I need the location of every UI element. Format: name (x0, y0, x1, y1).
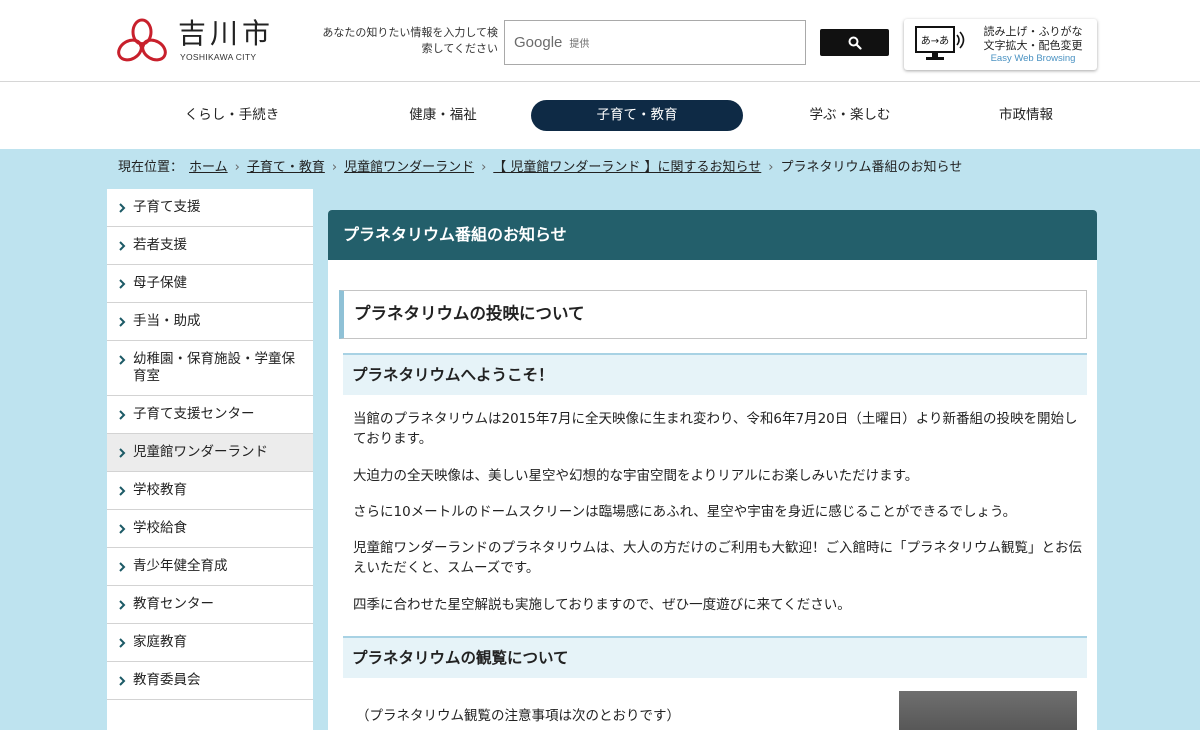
sidebar-item[interactable]: 教育委員会 (107, 662, 313, 700)
breadcrumb-separator-icon: › (768, 160, 774, 175)
chevron-right-icon (119, 410, 126, 420)
paragraph: 四季に合わせた星空解説も実施しておりますので、ぜひ一度遊びに来てください。 (353, 597, 851, 613)
sidebar-item-label: 手当・助成 (133, 313, 201, 329)
sidebar-item-label: 幼稚園・保育施設・学童保育室 (133, 351, 295, 384)
paragraph: 児童館ワンダーランドのプラネタリウムは、大人の方だけのご利用も大歓迎！ご入館時に… (353, 540, 1082, 576)
sidebar-item-label: 教育センター (133, 596, 214, 612)
breadcrumb-separator-icon: › (234, 160, 240, 175)
sidebar-item-label: 青少年健全育成 (133, 558, 228, 574)
sidebar-item-label: 母子保健 (133, 275, 187, 291)
sidebar-item-label: 教育委員会 (133, 672, 201, 688)
sidebar-item[interactable]: 青少年健全育成 (107, 548, 313, 586)
sidebar-item[interactable]: 幼稚園・保育施設・学童保育室 (107, 341, 313, 396)
site-header: 吉川市 YOSHIKAWA CITY あなたの知りたい情報を入力して検索してくだ… (0, 0, 1200, 82)
chevron-right-icon (119, 203, 126, 213)
main-content: プラネタリウム番組のお知らせ プラネタリウムの投映について プラネタリウムへよう… (328, 210, 1097, 730)
easy-web-browsing-button[interactable]: あ→あ 読み上げ・ふりがな 文字拡大・配色変更 Easy Web Browsin… (904, 19, 1097, 70)
chevron-right-icon (119, 638, 126, 648)
paragraph: 大迫力の全天映像は、美しい星空や幻想的な宇宙空間をよりリアルにお楽しみいただけま… (353, 468, 919, 484)
sidebar: 子育て支援 若者支援 母子保健 手当・助成 幼稚園・保育施設・学童保育室 子育て… (107, 189, 313, 730)
subsection-heading-viewing: プラネタリウムの観覧について (343, 636, 1087, 678)
chevron-right-icon (119, 486, 126, 496)
breadcrumb-separator-icon: › (331, 160, 338, 175)
chevron-right-icon (119, 448, 126, 458)
search-instruction: あなたの知りたい情報を入力して検索してください (322, 26, 498, 55)
breadcrumb-label: 現在位置： (118, 160, 184, 175)
sidebar-item-label: 若者支援 (133, 237, 187, 253)
sidebar-item-active[interactable]: 児童館ワンダーランド (107, 434, 313, 472)
chevron-right-icon (119, 676, 126, 686)
ewb-label-text: 文字拡大・配色変更 (983, 39, 1083, 52)
section-heading: プラネタリウムの投映について (339, 290, 1087, 339)
search-brand-sub: 提供 (569, 39, 590, 50)
chevron-right-icon (119, 279, 126, 289)
search-icon (848, 36, 862, 50)
note-text: （プラネタリウム観覧の注意事項は次のとおりです） (356, 708, 680, 724)
breadcrumb-notice[interactable]: 【 児童館ワンダーランド 】に関するお知らせ (493, 160, 761, 175)
sidebar-item-label: 家庭教育 (133, 634, 187, 650)
paragraph: 当館のプラネタリウムは2015年7月に全天映像に生まれ変わり、令和6年7月20日… (353, 411, 1078, 447)
nav-shisei[interactable]: 市政情報 (920, 100, 1132, 131)
sidebar-item[interactable]: 家庭教育 (107, 624, 313, 662)
sidebar-item[interactable]: 若者支援 (107, 227, 313, 265)
sidebar-item[interactable]: 学校教育 (107, 472, 313, 510)
sidebar-item-label: 子育て支援 (133, 199, 201, 215)
chevron-right-icon (119, 317, 126, 327)
search-input[interactable]: Google 提供 (504, 20, 806, 65)
sidebar-item-label: 学校教育 (133, 482, 187, 498)
logo-text: 吉川市 (178, 17, 275, 50)
paragraph: さらに10メートルのドームスクリーンは臨場感にあふれ、星空や宇宙を身近に感じるこ… (353, 504, 1017, 520)
sidebar-item-label: 学校給食 (133, 520, 187, 536)
chevron-right-icon (119, 562, 126, 572)
breadcrumb-separator-icon: › (481, 160, 487, 175)
planetarium-photo (899, 691, 1077, 730)
city-emblem-icon (117, 18, 167, 62)
chevron-right-icon (119, 241, 126, 251)
nav-kosodate[interactable]: 子育て・教育 (531, 100, 743, 131)
sidebar-item[interactable]: 手当・助成 (107, 303, 313, 341)
sidebar-item[interactable]: 教育センター (107, 586, 313, 624)
logo-subtitle: YOSHIKAWA CITY (180, 52, 257, 62)
sidebar-item[interactable]: 子育て支援センター (107, 396, 313, 434)
ewb-label-brand: Easy Web Browsing (990, 53, 1076, 64)
page-title: プラネタリウム番組のお知らせ (328, 210, 1097, 260)
chevron-right-icon (119, 600, 126, 610)
sidebar-item-label: 児童館ワンダーランド (133, 444, 268, 460)
search-button[interactable] (820, 29, 889, 56)
breadcrumb-kosodate[interactable]: 子育て・教育 (247, 160, 325, 175)
sidebar-item[interactable]: 母子保健 (107, 265, 313, 303)
sidebar-item[interactable]: 学校給食 (107, 510, 313, 548)
ewb-label-read: 読み上げ・ふりがな (983, 25, 1083, 38)
breadcrumb-home[interactable]: ホーム (189, 160, 228, 175)
monitor-speaker-icon: あ→あ (915, 26, 965, 60)
subsection-heading-welcome: プラネタリウムへようこそ！ (343, 353, 1087, 395)
breadcrumb-jidoukan[interactable]: 児童館ワンダーランド (344, 160, 474, 175)
global-nav: くらし・手続き 健康・福祉 子育て・教育 学ぶ・楽しむ 市政情報 (0, 82, 1200, 149)
sidebar-item[interactable]: 子育て支援 (107, 189, 313, 227)
nav-kenko[interactable]: 健康・福祉 (337, 100, 549, 131)
sidebar-item-label: 子育て支援センター (133, 406, 255, 422)
ewb-icon-text: あ→あ (921, 35, 949, 47)
site-logo[interactable]: 吉川市 YOSHIKAWA CITY (116, 17, 276, 65)
breadcrumb: 現在位置： ホーム › 子育て・教育 › 児童館ワンダーランド › 【 児童館ワンダーランド … (118, 159, 962, 177)
chevron-right-icon (119, 524, 126, 534)
breadcrumb-current: プラネタリウム番組のお知らせ (780, 160, 963, 175)
chevron-right-icon (119, 355, 126, 365)
nav-kurashi[interactable]: くらし・手続き (126, 100, 338, 131)
search-brand: Google (514, 34, 563, 51)
